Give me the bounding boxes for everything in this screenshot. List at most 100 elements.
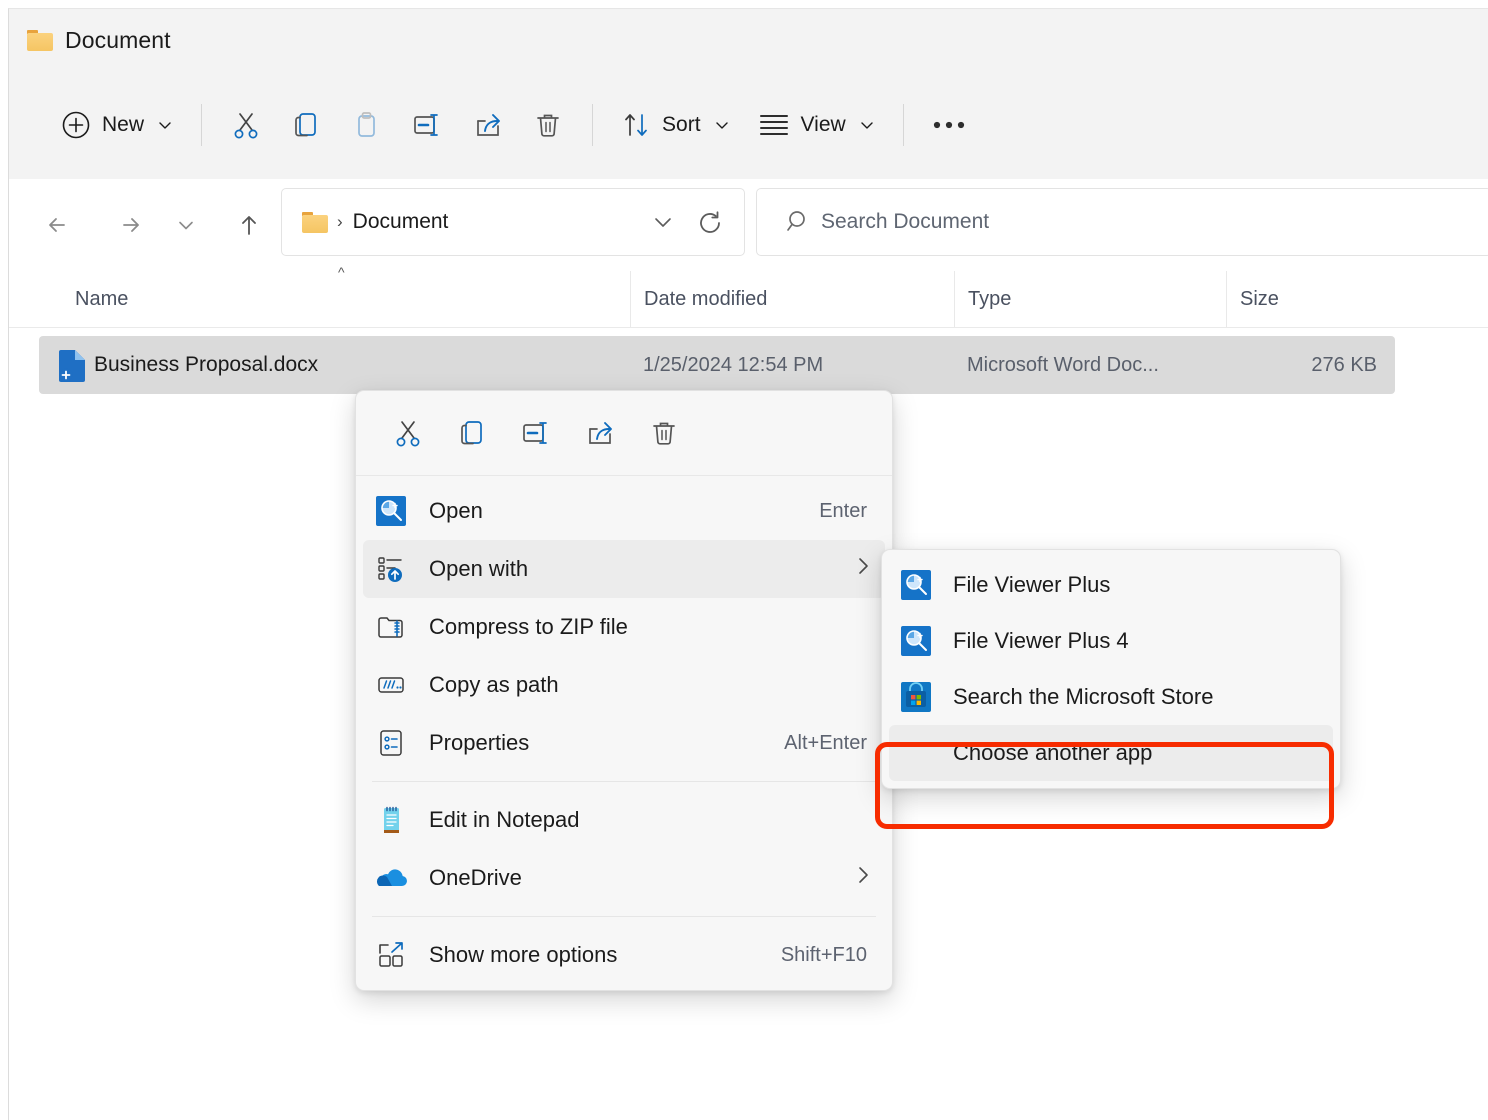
trash-icon — [532, 109, 564, 141]
plus-circle-icon — [61, 110, 91, 140]
column-header-name[interactable]: Name — [9, 271, 696, 327]
address-bar[interactable]: › Document — [281, 188, 745, 256]
context-menu: Open Enter Open with Compress to ZIP fil… — [355, 390, 893, 991]
search-icon — [785, 208, 813, 236]
paste-button — [336, 94, 396, 156]
submenu-item-label: File Viewer Plus 4 — [953, 628, 1129, 653]
ellipsis-icon — [932, 120, 966, 130]
no-icon-placeholder — [901, 738, 931, 768]
menu-item-label: Compress to ZIP file — [429, 614, 628, 639]
menu-item-copy-as-path[interactable]: Copy as path — [363, 656, 885, 714]
menu-item-label: OneDrive — [429, 865, 522, 890]
show-more-options-icon — [375, 939, 407, 971]
submenu-item-file-viewer-plus[interactable]: File Viewer Plus — [889, 557, 1333, 613]
context-menu-group-more: Show more options Shift+F10 — [356, 920, 892, 990]
view-button[interactable]: View — [744, 94, 889, 156]
menu-item-properties[interactable]: Properties Alt+Enter — [363, 714, 885, 772]
file-explorer-window: Document New Sort View › Document Search… — [0, 0, 1488, 1120]
chevron-right-icon — [855, 555, 871, 583]
search-box[interactable]: Search Document — [756, 188, 1488, 256]
menu-item-label: Open with — [429, 556, 529, 581]
column-header-type[interactable]: Type — [954, 271, 1240, 327]
notepad-icon — [375, 804, 407, 836]
ctx-delete-button[interactable] — [632, 404, 696, 462]
word-document-icon — [59, 350, 85, 382]
file-viewer-plus-icon — [375, 495, 407, 527]
window-title: Document — [65, 27, 171, 53]
copy-icon — [290, 109, 322, 141]
submenu-item-label: Choose another app — [953, 740, 1153, 765]
context-menu-group-primary: Open Enter Open with Compress to ZIP fil… — [356, 476, 892, 778]
menu-item-show-more-options[interactable]: Show more options Shift+F10 — [363, 926, 885, 984]
forward-button[interactable] — [105, 201, 153, 249]
address-bar-row: › Document Search Document — [9, 179, 1488, 271]
refresh-icon[interactable] — [694, 207, 726, 239]
menu-item-accelerator: Shift+F10 — [780, 943, 867, 966]
menu-item-onedrive[interactable]: OneDrive — [363, 849, 885, 907]
rename-icon — [410, 109, 444, 141]
context-menu-divider-2 — [372, 916, 876, 917]
file-size: 276 KB — [1311, 353, 1377, 376]
share-icon — [472, 109, 504, 141]
menu-item-label: Properties — [429, 730, 530, 755]
sort-button-label: Sort — [662, 113, 701, 136]
back-button[interactable] — [35, 201, 83, 249]
share-button[interactable] — [458, 94, 518, 156]
breadcrumb-separator: › — [337, 212, 343, 231]
clipboard-icon — [350, 109, 382, 141]
menu-item-edit-in-notepad[interactable]: Edit in Notepad — [363, 791, 885, 849]
toolbar-divider-3 — [902, 104, 904, 146]
cut-button[interactable] — [216, 94, 276, 156]
chevron-down-icon — [714, 117, 730, 133]
toolbar-divider-2 — [592, 104, 594, 146]
column-header-date-modified[interactable]: Date modified — [630, 271, 968, 327]
sort-arrows-icon — [621, 110, 651, 140]
copy-button[interactable] — [276, 94, 336, 156]
table-row[interactable]: Business Proposal.docx 1/25/2024 12:54 P… — [39, 336, 1395, 394]
file-viewer-plus-icon — [901, 626, 931, 656]
breadcrumb-folder-icon — [302, 211, 328, 233]
ctx-cut-button[interactable] — [376, 404, 440, 462]
up-button[interactable] — [225, 201, 273, 249]
menu-item-accelerator: Alt+Enter — [784, 731, 867, 754]
title-bar: Document — [9, 9, 1488, 71]
chevron-right-icon — [855, 864, 871, 892]
breadcrumb[interactable]: Document — [353, 210, 449, 234]
submenu-item-search-microsoft-store[interactable]: Search the Microsoft Store — [889, 669, 1333, 725]
open-with-submenu: File Viewer Plus File Viewer Plus 4 Sear… — [881, 549, 1341, 789]
menu-item-label: Copy as path — [429, 672, 559, 697]
delete-button[interactable] — [518, 94, 578, 156]
view-lines-icon — [758, 112, 790, 138]
title-group: Document — [27, 27, 171, 54]
properties-icon — [375, 727, 407, 759]
column-header-size[interactable]: Size — [1226, 271, 1415, 327]
copy-path-icon — [375, 669, 407, 701]
menu-item-compress-to-zip[interactable]: Compress to ZIP file — [363, 598, 885, 656]
microsoft-store-icon — [901, 682, 931, 712]
file-name: Business Proposal.docx — [94, 353, 319, 376]
menu-item-open-with[interactable]: Open with — [363, 540, 885, 598]
window-frame: Document New Sort View › Document Search… — [8, 8, 1488, 1120]
open-with-icon — [375, 553, 407, 585]
rename-button[interactable] — [396, 94, 458, 156]
sort-button[interactable]: Sort — [607, 94, 744, 156]
ctx-share-button[interactable] — [568, 404, 632, 462]
ctx-copy-button[interactable] — [440, 404, 504, 462]
context-menu-toolbar — [356, 391, 892, 476]
scissors-icon — [230, 109, 262, 141]
file-viewer-plus-icon — [901, 570, 931, 600]
submenu-item-file-viewer-plus-4[interactable]: File Viewer Plus 4 — [889, 613, 1333, 669]
recent-locations-button[interactable] — [165, 201, 207, 249]
menu-item-open[interactable]: Open Enter — [363, 482, 885, 540]
menu-item-accelerator: Enter — [819, 499, 867, 522]
submenu-item-choose-another-app[interactable]: Choose another app — [889, 725, 1333, 781]
more-button[interactable] — [918, 94, 980, 156]
new-button[interactable]: New — [47, 94, 187, 156]
search-input[interactable]: Search Document — [821, 210, 989, 234]
chevron-down-icon — [859, 117, 875, 133]
ctx-rename-button[interactable] — [504, 404, 568, 462]
address-dropdown-icon[interactable] — [650, 211, 676, 233]
column-headers: Name Date modified Type Size — [9, 271, 1488, 328]
menu-item-label: Show more options — [429, 942, 618, 967]
new-button-label: New — [102, 113, 145, 136]
